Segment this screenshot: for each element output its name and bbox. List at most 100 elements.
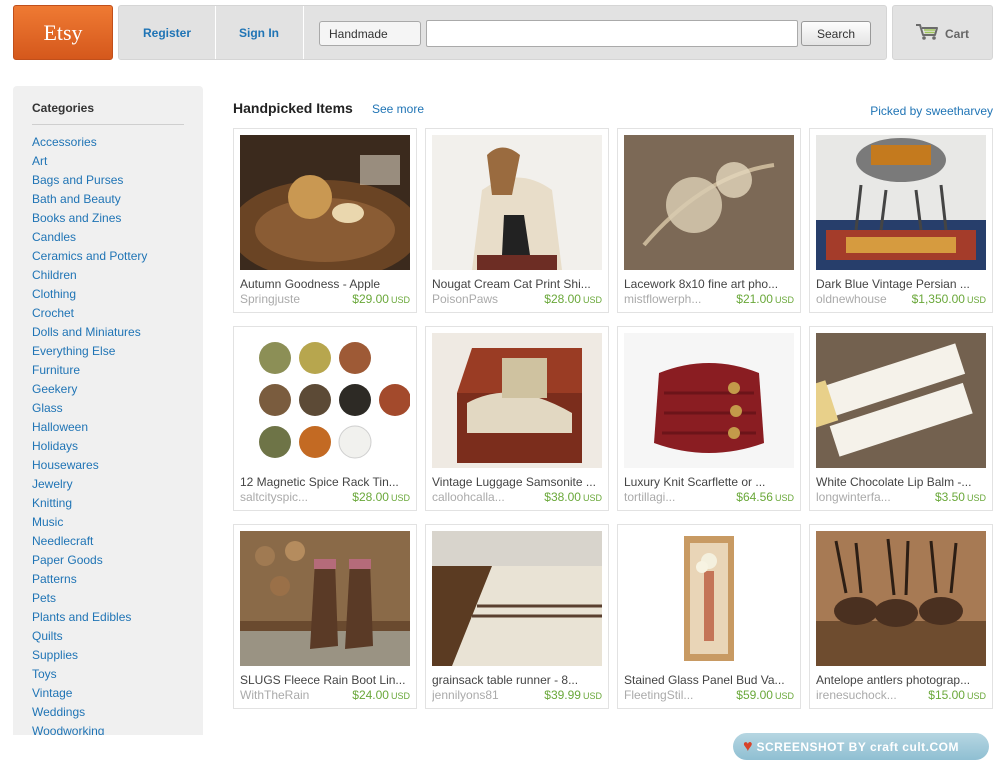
product-title[interactable]: Nougat Cream Cat Print Shi... [432, 277, 604, 291]
category-link[interactable]: Geekery [32, 380, 147, 399]
category-link[interactable]: Vintage [32, 684, 147, 703]
product-image[interactable] [624, 135, 794, 270]
product-title[interactable]: Autumn Goodness - Apple [240, 277, 412, 291]
product-image[interactable] [240, 531, 410, 666]
persian-rug-photo [816, 135, 986, 270]
search-scope-select[interactable]: Handmade [319, 21, 421, 46]
product-image[interactable] [624, 531, 794, 666]
product-title[interactable]: Luxury Knit Scarflette or ... [624, 475, 796, 489]
product-price: $29.00 USD [352, 292, 410, 306]
shop-name[interactable]: saltcityspic... [240, 490, 340, 504]
category-link[interactable]: Jewelry [32, 475, 147, 494]
product-card[interactable]: 12 Magnetic Spice Rack Tin... saltcityspi… [233, 326, 417, 511]
category-link[interactable]: Woodworking [32, 722, 147, 735]
shop-name[interactable]: jennilyons81 [432, 688, 532, 702]
screenshot-badge: ♥ SCREENSHOT BY craft cult.COM [733, 733, 989, 760]
product-card[interactable]: Dark Blue Vintage Persian ... oldnewhouse… [809, 128, 993, 313]
product-card[interactable]: grainsack table runner - 8... jennilyons8… [425, 524, 609, 709]
product-title[interactable]: grainsack table runner - 8... [432, 673, 604, 687]
picked-by-link[interactable]: Picked by sweetharvey [870, 104, 993, 118]
product-card[interactable]: Nougat Cream Cat Print Shi... PoisonPaws $… [425, 128, 609, 313]
product-image[interactable] [432, 333, 602, 468]
shop-name[interactable]: longwinterfa... [816, 490, 916, 504]
product-title[interactable]: Lacework 8x10 fine art pho... [624, 277, 796, 291]
product-card[interactable]: Stained Glass Panel Bud Va... FleetingSti… [617, 524, 801, 709]
product-image[interactable] [624, 333, 794, 468]
category-link[interactable]: Clothing [32, 285, 147, 304]
product-image[interactable] [432, 531, 602, 666]
price-amount: $39.99 [544, 688, 581, 702]
product-card[interactable]: SLUGS Fleece Rain Boot Lin... WithTheRain… [233, 524, 417, 709]
price-amount: $24.00 [352, 688, 389, 702]
product-image[interactable] [432, 135, 602, 270]
etsy-logo[interactable]: Etsy [13, 5, 113, 60]
category-link[interactable]: Dolls and Miniatures [32, 323, 147, 342]
category-link[interactable]: Children [32, 266, 147, 285]
product-card[interactable]: Antelope antlers photograp... irenesuchoc… [809, 524, 993, 709]
category-link[interactable]: Holidays [32, 437, 147, 456]
category-link[interactable]: Crochet [32, 304, 147, 323]
category-link[interactable]: Halloween [32, 418, 147, 437]
product-title[interactable]: Dark Blue Vintage Persian ... [816, 277, 988, 291]
product-card[interactable]: Autumn Goodness - Apple Springjuste $29.00… [233, 128, 417, 313]
shop-name[interactable]: WithTheRain [240, 688, 340, 702]
category-link[interactable]: Everything Else [32, 342, 147, 361]
category-link[interactable]: Patterns [32, 570, 147, 589]
cart-button[interactable]: Cart [892, 5, 993, 60]
category-link[interactable]: Candles [32, 228, 147, 247]
category-link[interactable]: Ceramics and Pottery [32, 247, 147, 266]
product-title[interactable]: Vintage Luggage Samsonite ... [432, 475, 604, 489]
shop-name[interactable]: calloohcalla... [432, 490, 532, 504]
product-title[interactable]: Stained Glass Panel Bud Va... [624, 673, 796, 687]
category-link[interactable]: Housewares [32, 456, 147, 475]
product-card[interactable]: Lacework 8x10 fine art pho... mistflowerp… [617, 128, 801, 313]
product-title[interactable]: White Chocolate Lip Balm -... [816, 475, 988, 489]
category-link[interactable]: Needlecraft [32, 532, 147, 551]
category-link[interactable]: Toys [32, 665, 147, 684]
category-link[interactable]: Furniture [32, 361, 147, 380]
category-link[interactable]: Plants and Edibles [32, 608, 147, 627]
product-card[interactable]: Vintage Luggage Samsonite ... calloohcall… [425, 326, 609, 511]
category-link[interactable]: Paper Goods [32, 551, 147, 570]
see-more-link[interactable]: See more [372, 102, 424, 116]
bud-vase-photo [624, 531, 794, 666]
category-link[interactable]: Bath and Beauty [32, 190, 147, 209]
category-link[interactable]: Books and Zines [32, 209, 147, 228]
product-card[interactable]: Luxury Knit Scarflette or ... tortillagi.… [617, 326, 801, 511]
shop-name[interactable]: FleetingStil... [624, 688, 724, 702]
categories-sidebar: Categories Accessories Art Bags and Purses… [13, 86, 203, 735]
category-link[interactable]: Weddings [32, 703, 147, 722]
category-link[interactable]: Pets [32, 589, 147, 608]
product-image[interactable] [240, 333, 410, 468]
product-image[interactable] [240, 135, 410, 270]
category-link[interactable]: Art [32, 152, 147, 171]
product-image[interactable] [816, 333, 986, 468]
category-link[interactable]: Music [32, 513, 147, 532]
category-link[interactable]: Knitting [32, 494, 147, 513]
category-link[interactable]: Accessories [32, 133, 147, 152]
shop-name[interactable]: PoisonPaws [432, 292, 532, 306]
register-link[interactable]: Register [119, 6, 215, 59]
shop-name[interactable]: irenesuchock... [816, 688, 916, 702]
lip-balm-photo [816, 333, 986, 468]
price-amount: $29.00 [352, 292, 389, 306]
search-input[interactable] [426, 20, 798, 47]
search-button[interactable]: Search [801, 21, 871, 46]
product-image[interactable] [816, 531, 986, 666]
product-price: $15.00 USD [928, 688, 986, 702]
product-title[interactable]: Antelope antlers photograp... [816, 673, 988, 687]
cart-icon [916, 24, 938, 40]
category-link[interactable]: Glass [32, 399, 147, 418]
shop-name[interactable]: mistflowerph... [624, 292, 724, 306]
category-link[interactable]: Supplies [32, 646, 147, 665]
shop-name[interactable]: Springjuste [240, 292, 340, 306]
category-link[interactable]: Quilts [32, 627, 147, 646]
product-image[interactable] [816, 135, 986, 270]
category-link[interactable]: Bags and Purses [32, 171, 147, 190]
product-title[interactable]: SLUGS Fleece Rain Boot Lin... [240, 673, 412, 687]
shop-name[interactable]: oldnewhouse [816, 292, 916, 306]
shop-name[interactable]: tortillagi... [624, 490, 724, 504]
product-card[interactable]: White Chocolate Lip Balm -... longwinterf… [809, 326, 993, 511]
product-title[interactable]: 12 Magnetic Spice Rack Tin... [240, 475, 412, 489]
sign-in-link[interactable]: Sign In [216, 6, 302, 59]
